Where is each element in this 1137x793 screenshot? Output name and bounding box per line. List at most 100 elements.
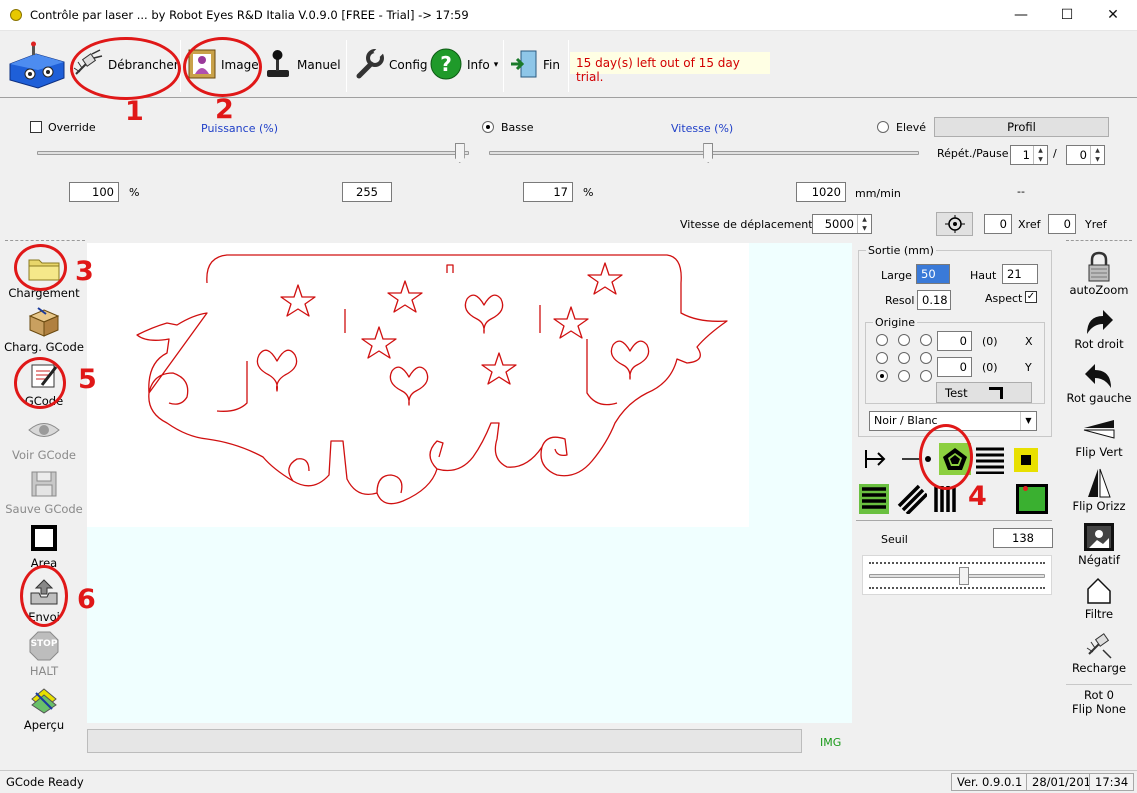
origin-radio[interactable] xyxy=(898,370,910,382)
yref-field[interactable]: 0 xyxy=(1048,214,1076,234)
tick-marks-top xyxy=(869,562,1045,566)
target-button[interactable] xyxy=(936,212,973,236)
override-checkbox[interactable] xyxy=(30,121,42,133)
spin-up-icon[interactable]: ▲ xyxy=(858,215,871,224)
spin-down-icon[interactable]: ▼ xyxy=(1034,155,1047,164)
annotation-number: 5 xyxy=(78,364,97,395)
status-time: 17:34 xyxy=(1089,773,1135,791)
info-button[interactable]: ? Info ▾ xyxy=(429,38,498,92)
diagonal-hatch-icon[interactable] xyxy=(897,484,929,517)
end-button[interactable]: Fin xyxy=(509,38,560,92)
xref-field[interactable]: 0 xyxy=(984,214,1012,234)
negative-button[interactable]: Négatif xyxy=(1066,521,1132,567)
travel-speed-value: 5000 xyxy=(824,217,854,231)
view-gcode-button[interactable]: Voir GCode xyxy=(1,413,87,462)
autozoom-button[interactable]: autoZoom xyxy=(1066,251,1132,297)
left-toolbar-divider xyxy=(5,240,85,241)
info-dropdown-arrow-icon: ▾ xyxy=(493,60,499,70)
config-button[interactable]: Config xyxy=(353,38,428,92)
origin-radio[interactable] xyxy=(898,334,910,346)
status-version: Ver. 0.9.0.1 xyxy=(951,773,1029,791)
threshold-field[interactable]: 138 xyxy=(993,528,1053,548)
filter-button[interactable]: Filtre xyxy=(1066,575,1132,621)
annotation-circle xyxy=(14,357,66,409)
eye-icon xyxy=(26,413,62,447)
travel-speed-stepper[interactable]: 5000 ▲ ▼ xyxy=(812,214,872,234)
repeat-stepper[interactable]: 1 ▲ ▼ xyxy=(1010,145,1048,165)
annotation-circle xyxy=(919,424,973,490)
speed-label: Vitesse (%) xyxy=(671,122,734,135)
close-button[interactable]: ✕ xyxy=(1090,0,1136,31)
origin-radio[interactable] xyxy=(876,334,888,346)
annotation-circle xyxy=(20,565,68,627)
trial-message: 15 day(s) left out of 15 day trial. xyxy=(570,52,770,84)
resol-field[interactable]: 0.18 xyxy=(917,290,951,310)
height-field[interactable]: 21 xyxy=(1002,264,1038,284)
save-gcode-button[interactable]: Sauve GCode xyxy=(1,467,87,516)
rotate-right-icon xyxy=(1082,305,1116,337)
power-slider-thumb[interactable] xyxy=(454,143,465,163)
test-button[interactable]: Test xyxy=(936,382,1032,403)
spin-up-icon[interactable]: ▲ xyxy=(1091,146,1104,155)
fill-square-icon[interactable] xyxy=(1014,448,1038,472)
spin-up-icon[interactable]: ▲ xyxy=(1034,146,1047,155)
annotation-circle xyxy=(14,244,67,291)
flip-horizontal-icon xyxy=(1082,467,1116,499)
spin-down-icon[interactable]: ▼ xyxy=(858,224,871,233)
horizontal-hatch-icon[interactable] xyxy=(859,484,889,514)
halt-button[interactable]: STOP HALT xyxy=(1,629,87,678)
origin-radio[interactable] xyxy=(898,352,910,364)
speed-percent-unit: % xyxy=(583,186,594,199)
minimize-button[interactable]: — xyxy=(998,0,1044,31)
origin-radio[interactable] xyxy=(876,370,888,382)
crosshair-icon xyxy=(944,215,965,233)
speed-percent-field[interactable]: 17 xyxy=(523,182,573,202)
origin-x-field[interactable]: 0 xyxy=(937,331,972,351)
threshold-slider-thumb[interactable] xyxy=(958,567,969,585)
load-gcode-label: Charg. GCode xyxy=(4,340,84,354)
reload-button[interactable]: Recharge xyxy=(1066,629,1132,675)
preview-button[interactable]: Aperçu xyxy=(1,683,87,732)
spin-down-icon[interactable]: ▼ xyxy=(1091,155,1104,164)
flip-vertical-label: Flip Vert xyxy=(1075,445,1123,459)
floppy-disk-icon xyxy=(26,467,62,501)
origin-radio[interactable] xyxy=(920,370,932,382)
flip-horizontal-button[interactable]: Flip Orizz xyxy=(1066,467,1132,513)
annotation-number: 2 xyxy=(215,94,234,125)
robot-eyes-logo-icon xyxy=(6,40,68,90)
high-radio[interactable] xyxy=(877,121,889,133)
fit-width-icon[interactable] xyxy=(864,446,890,475)
filter-label: Filtre xyxy=(1084,607,1114,621)
origin-radio[interactable] xyxy=(876,352,888,364)
origin-y-field[interactable]: 0 xyxy=(937,357,972,377)
help-question-icon: ? xyxy=(429,47,463,84)
flip-state: Flip None xyxy=(1072,702,1126,716)
filled-area-mode-icon[interactable] xyxy=(1016,484,1048,514)
rotate-left-button[interactable]: Rot gauche xyxy=(1066,359,1132,405)
profile-button[interactable]: Profil xyxy=(934,117,1109,137)
maximize-button[interactable]: ☐ xyxy=(1044,0,1090,31)
rotate-left-icon xyxy=(1082,359,1116,391)
speed-mm-field[interactable]: 1020 xyxy=(796,182,846,202)
raster-lines-icon[interactable] xyxy=(976,446,1004,477)
rotate-right-label: Rot droit xyxy=(1074,337,1124,351)
rotate-right-button[interactable]: Rot droit xyxy=(1066,305,1132,351)
manual-button[interactable]: Manuel xyxy=(263,38,341,92)
area-button[interactable]: Area xyxy=(1,521,87,570)
reload-icon xyxy=(1082,629,1116,661)
toolbar-separator xyxy=(568,40,569,92)
aspect-checkbox[interactable]: ✓ xyxy=(1025,291,1037,303)
reload-label: Recharge xyxy=(1071,661,1127,675)
power-percent-unit: % xyxy=(129,186,140,199)
origin-radio[interactable] xyxy=(920,352,932,364)
power-percent-field[interactable]: 100 xyxy=(69,182,119,202)
speed-slider-thumb[interactable] xyxy=(703,143,714,163)
width-field[interactable]: 50 xyxy=(916,264,950,284)
load-gcode-button[interactable]: Charg. GCode xyxy=(1,305,87,354)
low-radio[interactable] xyxy=(482,121,494,133)
flip-vertical-button[interactable]: Flip Vert xyxy=(1066,413,1132,459)
svg-text:?: ? xyxy=(440,52,452,76)
origin-radio[interactable] xyxy=(920,334,932,346)
power-raw-field[interactable]: 255 xyxy=(342,182,392,202)
pause-stepper[interactable]: 0 ▲ ▼ xyxy=(1066,145,1105,165)
